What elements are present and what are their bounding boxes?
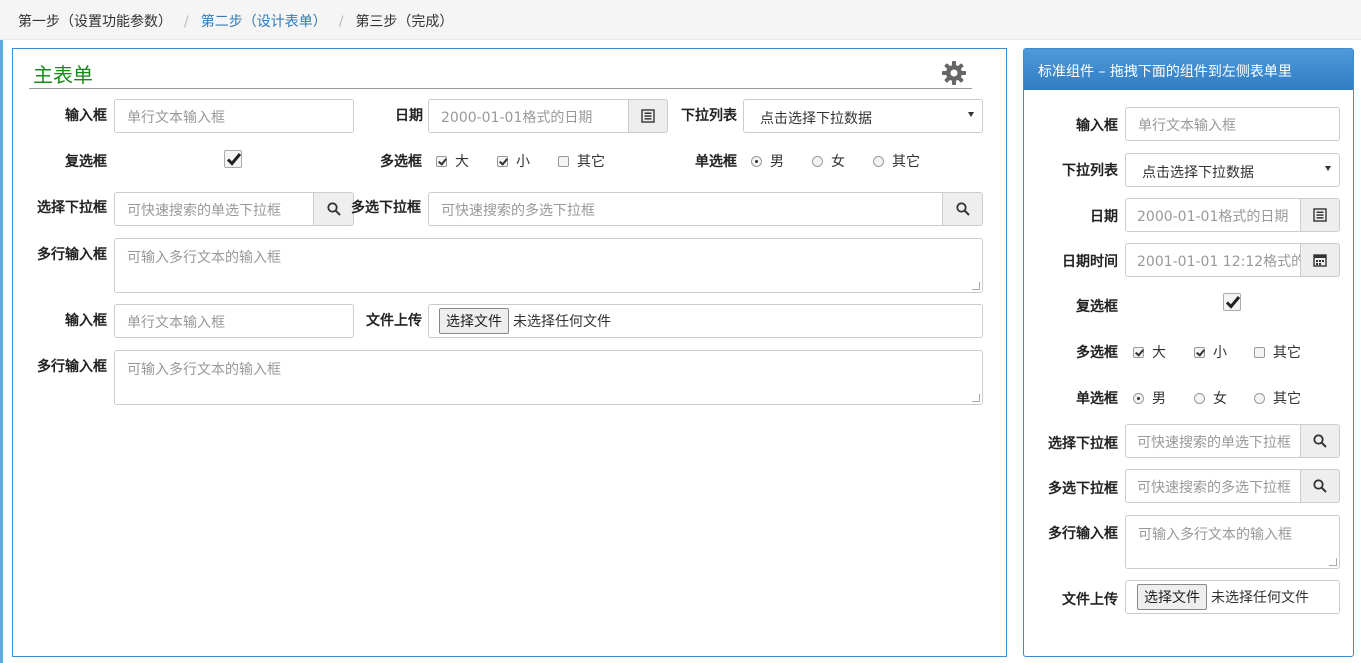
multi-option-big[interactable]: 大 [436,151,469,171]
checkbox-empty-icon [1254,346,1265,358]
multi-option-small[interactable]: 小 [497,151,530,171]
date-label: 日期 [395,108,423,124]
text-input-2[interactable]: 单行文本输入框 [114,304,354,338]
component-multi-select-label: 多选下拉框 [1048,481,1118,497]
dropdown-value: 点击选择下拉数据 [1142,165,1254,181]
dropdown-value: 点击选择下拉数据 [760,111,872,127]
checkbox-label: 复选框 [65,154,107,170]
check-icon [226,153,242,166]
checkbox-checked-icon [1194,346,1205,358]
caret-down-icon [1325,166,1331,171]
single-select-label: 选择下拉框 [37,200,107,216]
component-file-upload[interactable]: 选择文件 未选择任何文件 [1125,580,1340,614]
checkbox-checked-icon [497,155,508,167]
choose-file-button[interactable]: 选择文件 [439,308,509,334]
dropdown-label: 下拉列表 [681,108,737,124]
list-icon[interactable] [628,99,668,133]
list-icon[interactable] [1300,198,1340,232]
multi-select-input[interactable]: 可快速搜索的多选下拉框 [428,192,943,226]
calendar-icon[interactable] [1300,243,1340,277]
radio-selected-icon [1133,392,1144,404]
text-input-label: 输入框 [65,313,107,329]
choose-file-button[interactable]: 选择文件 [1137,584,1207,610]
component-textarea[interactable]: 可输入多行文本的输入框 [1125,515,1340,569]
component-multi-option-other[interactable]: 其它 [1254,342,1301,362]
breadcrumb-step2[interactable]: 第二步（设计表单） [201,14,327,30]
component-radio-option-other[interactable]: 其它 [1254,388,1301,408]
checkbox[interactable] [224,150,242,168]
component-datetime-input[interactable]: 2001-01-01 12:12格式的 [1125,243,1301,277]
search-icon[interactable] [313,192,354,226]
component-multi-option-small[interactable]: 小 [1194,342,1227,362]
breadcrumb-step3[interactable]: 第三步（完成） [355,14,453,30]
component-textarea-label: 多行输入框 [1048,526,1118,542]
component-text-label: 输入框 [1076,118,1118,134]
radio-empty-icon [812,155,823,167]
resize-grip-icon[interactable] [1329,558,1337,566]
check-icon [1225,296,1241,309]
component-upload-label: 文件上传 [1062,592,1118,608]
checkbox-empty-icon [558,155,569,167]
resize-grip-icon[interactable] [972,394,980,402]
main-form-title: 主表单 [33,63,93,87]
component-text-input[interactable]: 单行文本输入框 [1125,107,1340,141]
components-panel-header: 标准组件 – 拖拽下面的组件到左侧表单里 [1024,49,1353,90]
file-status: 未选择任何文件 [513,314,611,330]
text-input[interactable]: 单行文本输入框 [114,99,354,133]
component-radio-option-female[interactable]: 女 [1194,388,1227,408]
title-divider [29,88,972,89]
breadcrumb: 第一步（设置功能参数） / 第二步（设计表单） / 第三步（完成） [0,0,1361,40]
radio-selected-icon [751,155,762,167]
component-multi-option-big[interactable]: 大 [1133,342,1166,362]
checkbox-checked-icon [436,155,447,167]
radio-empty-icon [1254,392,1265,404]
radio-empty-icon [873,155,884,167]
component-checkbox[interactable] [1223,293,1241,311]
textarea-input-2[interactable]: 可输入多行文本的输入框 [114,350,983,405]
component-date-label: 日期 [1090,209,1118,225]
radio-option-other[interactable]: 其它 [873,151,920,171]
component-multi-select-input[interactable]: 可快速搜索的多选下拉框 [1125,469,1301,503]
checkbox-checked-icon [1133,346,1144,358]
multi-select-label: 多选下拉框 [351,200,421,216]
file-status: 未选择任何文件 [1211,590,1309,606]
component-radio-label: 单选框 [1076,391,1118,407]
component-dropdown[interactable]: 点击选择下拉数据 [1125,153,1340,187]
component-datetime-label: 日期时间 [1062,254,1118,270]
breadcrumb-separator: / [184,14,189,30]
search-icon[interactable] [1300,424,1340,458]
component-radio-option-male[interactable]: 男 [1133,388,1166,408]
textarea-label: 多行输入框 [37,247,107,263]
component-single-select-label: 选择下拉框 [1048,436,1118,452]
radio-option-male[interactable]: 男 [751,151,784,171]
file-upload-label: 文件上传 [366,313,422,329]
dropdown-select[interactable]: 点击选择下拉数据 [743,99,983,133]
component-dropdown-label: 下拉列表 [1062,163,1118,179]
component-single-select-input[interactable]: 可快速搜索的单选下拉框 [1125,424,1301,458]
text-input-label: 输入框 [65,108,107,124]
main-form-panel: 主表单 输入框 单行文本输入框 日期 2000-01-01格式的日期 下拉列表 … [12,48,1007,657]
file-upload[interactable]: 选择文件 未选择任何文件 [428,304,983,338]
gear-icon[interactable] [941,60,967,86]
component-multi-label: 多选框 [1076,345,1118,361]
textarea-label: 多行输入框 [37,359,107,375]
radio-option-female[interactable]: 女 [812,151,845,171]
components-panel: 标准组件 – 拖拽下面的组件到左侧表单里 输入框 单行文本输入框 下拉列表 点击… [1023,48,1354,657]
search-icon[interactable] [942,192,983,226]
component-checkbox-label: 复选框 [1076,299,1118,315]
caret-down-icon [968,112,974,117]
breadcrumb-step1[interactable]: 第一步（设置功能参数） [18,14,172,30]
resize-grip-icon[interactable] [972,282,980,290]
radio-empty-icon [1194,392,1205,404]
date-input[interactable]: 2000-01-01格式的日期 [428,99,629,133]
radio-label: 单选框 [695,154,737,170]
breadcrumb-separator: / [338,14,344,30]
textarea-input[interactable]: 可输入多行文本的输入框 [114,238,983,293]
multi-option-other[interactable]: 其它 [558,151,605,171]
search-icon[interactable] [1300,469,1340,503]
multi-choice-label: 多选框 [380,154,422,170]
left-edge-bar [0,40,3,663]
component-date-input[interactable]: 2000-01-01格式的日期 [1125,198,1301,232]
single-select-input[interactable]: 可快速搜索的单选下拉框 [114,192,314,226]
